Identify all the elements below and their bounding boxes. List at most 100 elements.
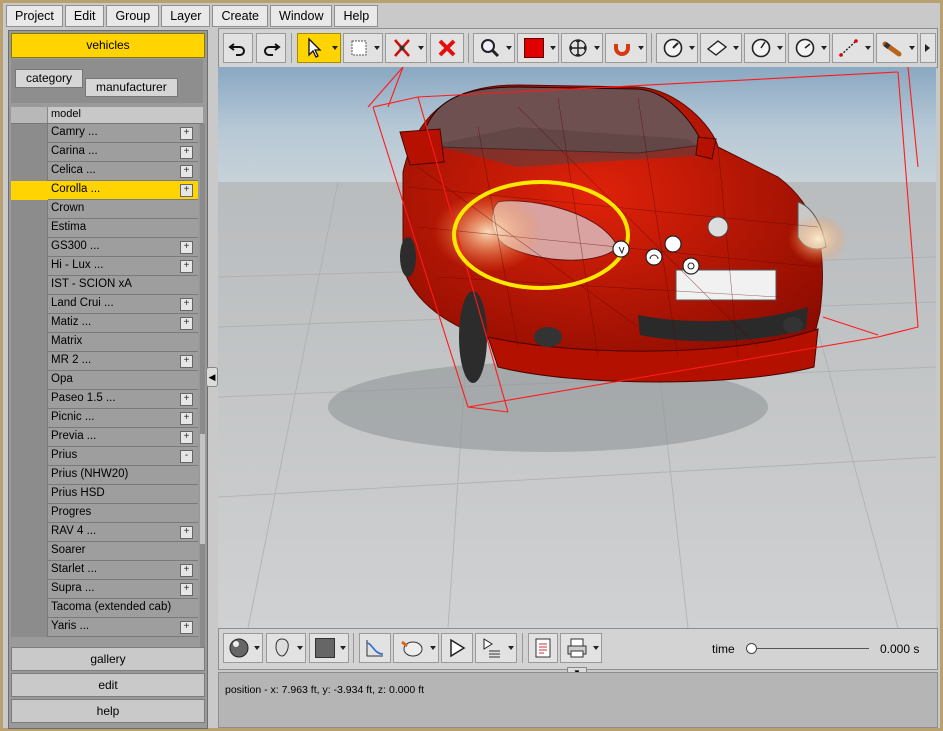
list-item[interactable]: Progres [11,504,198,523]
list-scrollbar[interactable] [200,124,205,670]
collapse-panel-handle[interactable]: ◀ [206,367,218,387]
select-tool-button[interactable] [297,33,341,63]
menu-help[interactable]: Help [334,5,379,27]
expand-icon[interactable]: + [180,431,193,444]
expand-icon[interactable]: + [180,241,193,254]
expand-icon[interactable]: + [180,184,193,197]
angle-measure-button[interactable] [744,33,786,63]
edit-button[interactable]: edit [11,673,205,697]
character-button[interactable] [266,633,306,663]
list-item[interactable]: Hi - Lux ... + [11,257,198,276]
list-item[interactable]: IST - SCION xA [11,276,198,295]
collapse-icon[interactable]: - [180,450,193,463]
list-item[interactable]: Matrix [11,333,198,352]
play-options-button[interactable] [475,633,517,663]
menu-create[interactable]: Create [212,5,269,27]
toolbar-overflow-button[interactable] [920,33,936,63]
time-slider-track[interactable] [749,648,869,649]
list-item[interactable]: Crown [11,200,198,219]
expand-icon[interactable]: + [180,526,193,539]
list-item[interactable]: Previa ... + [11,428,198,447]
expand-icon[interactable]: + [180,393,193,406]
menu-project[interactable]: Project [6,5,63,27]
list-item[interactable]: Prius (NHW20) [11,466,198,485]
expand-icon[interactable]: + [180,355,193,368]
list-item[interactable]: MR 2 ... + [11,352,198,371]
undo-button[interactable] [223,33,253,63]
rotate-button[interactable] [656,33,698,63]
list-item[interactable]: RAV 4 ... + [11,523,198,542]
list-item[interactable]: Corolla ... + [11,181,198,200]
expand-icon[interactable]: + [180,317,193,330]
list-item[interactable]: Land Crui ... + [11,295,198,314]
gray-swatch-icon [315,638,335,658]
expand-icon[interactable]: + [180,412,193,425]
play-button[interactable] [441,633,473,663]
position-readout: position - x: 7.963 ft, y: -3.934 ft, z:… [225,684,425,696]
delete-button[interactable] [430,33,464,63]
list-item[interactable]: Starlet ... + [11,561,198,580]
row-gutter [11,143,48,162]
print-button[interactable] [560,633,602,663]
background-color-button[interactable] [309,633,349,663]
expand-icon[interactable]: + [180,621,193,634]
list-item[interactable]: Picnic ... + [11,409,198,428]
gallery-button[interactable]: gallery [11,647,205,671]
list-item[interactable]: Estima [11,219,198,238]
redo-button[interactable] [256,33,286,63]
tab-manufacturer[interactable]: manufacturer [85,78,178,97]
list-item[interactable]: Opa [11,371,198,390]
list-item[interactable]: Yaris ... + [11,618,198,637]
light-button[interactable] [876,33,918,63]
expand-icon[interactable]: + [180,127,193,140]
report-button[interactable] [528,633,558,663]
menu-edit[interactable]: Edit [64,5,105,27]
list-item-label: Progres [51,506,92,518]
list-item[interactable]: Celica ... + [11,162,198,181]
vehicles-button[interactable]: vehicles [11,33,205,58]
menu-window[interactable]: Window [270,5,333,27]
cut-button[interactable] [385,33,427,63]
list-item[interactable]: Carina ... + [11,143,198,162]
scrollbar-thumb[interactable] [200,434,205,544]
snap-button[interactable] [605,33,647,63]
menu-group[interactable]: Group [106,5,160,27]
help-button[interactable]: help [11,699,205,723]
head-icon [275,638,289,657]
list-item[interactable]: Tacoma (extended cab) [11,599,198,618]
list-item[interactable]: Prius HSD [11,485,198,504]
move-button[interactable] [561,33,603,63]
expand-icon[interactable]: + [180,583,193,596]
angle-measure-2-button[interactable] [788,33,830,63]
material-button[interactable] [223,633,263,663]
list-item[interactable]: GS300 ... + [11,238,198,257]
list-item[interactable]: Prius - [11,447,198,466]
color-button[interactable] [517,33,559,63]
row-gutter [11,390,48,409]
tab-category[interactable]: category [15,69,84,88]
select-region-button[interactable] [343,33,383,63]
list-item[interactable]: Paseo 1.5 ... + [11,390,198,409]
time-slider-knob[interactable] [746,643,757,654]
list-item-label: GS300 ... [51,240,100,252]
list-item[interactable]: Soarer [11,542,198,561]
record-button[interactable] [393,633,439,663]
expand-icon[interactable]: + [180,298,193,311]
list-item[interactable]: Matiz ... + [11,314,198,333]
zoom-button[interactable] [473,33,515,63]
column-header-model[interactable]: model [51,108,81,120]
expand-icon[interactable]: + [180,165,193,178]
3d-viewport[interactable] [218,67,936,628]
color-swatch-icon [524,38,544,58]
list-item[interactable]: Camry ... + [11,124,198,143]
curve-button[interactable] [359,633,391,663]
expand-icon[interactable]: + [180,260,193,273]
expand-icon[interactable]: + [180,146,193,159]
distance-button[interactable] [832,33,874,63]
expand-icon[interactable]: + [180,564,193,577]
menu-layer[interactable]: Layer [161,5,211,27]
cut-icon [394,39,410,57]
list-item[interactable]: Supra ... + [11,580,198,599]
plane-button[interactable] [700,33,742,63]
library-panel: vehicles category manufacturer model Cam… [8,30,208,729]
